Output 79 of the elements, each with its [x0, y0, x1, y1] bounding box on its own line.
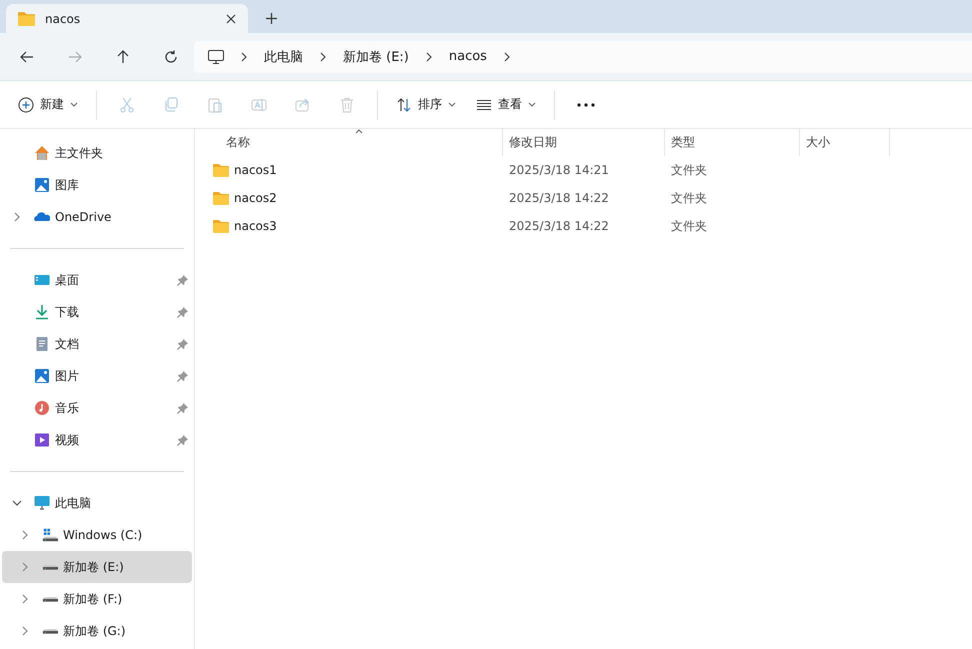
clipboard-icon [207, 96, 223, 112]
download-icon [34, 304, 50, 320]
monitor-icon [208, 50, 224, 64]
caret-icon [448, 102, 456, 107]
file-name[interactable]: nacos3 [234, 219, 277, 233]
breadcrumb-item[interactable]: 新加卷 (E:) [343, 48, 409, 66]
sidebar-item[interactable]: 下载 [2, 296, 192, 328]
monitor-icon [34, 495, 50, 511]
picture-icon [34, 368, 50, 384]
sidebar-item[interactable]: 视频 [2, 424, 192, 456]
more-icon[interactable] [577, 102, 595, 106]
address-bar[interactable]: 此电脑 新加卷 (E:) nacos [194, 40, 972, 72]
plus-circle-icon [18, 96, 34, 112]
view-button[interactable]: 查看 [468, 90, 544, 119]
breadcrumb-item[interactable]: 此电脑 [264, 48, 303, 66]
tab-title: nacos [45, 12, 82, 26]
sort-caret-icon [355, 129, 363, 134]
sidebar-item[interactable]: 文档 [2, 328, 192, 360]
sidebar-item[interactable]: 新加卷 (F:) [2, 583, 192, 615]
modified-date: 2025/3/18 14:22 [509, 219, 609, 233]
tab[interactable]: nacos [6, 4, 248, 33]
folder-icon [213, 163, 229, 177]
sidebar-item[interactable]: 图片 [2, 360, 192, 392]
new-tab-icon[interactable] [266, 13, 277, 24]
chevron-icon [320, 52, 326, 62]
chevron-icon[interactable] [20, 530, 30, 540]
sidebar-item[interactable]: 桌面 [2, 264, 192, 296]
file-type: 文件夹 [671, 162, 707, 178]
drive-icon [42, 527, 58, 543]
chevron-icon[interactable] [12, 212, 22, 222]
chevron-icon [241, 52, 247, 62]
sidebar-item[interactable]: 图库 [2, 169, 192, 201]
folder-icon [18, 11, 35, 26]
chevron-icon [426, 52, 432, 62]
file-name[interactable]: nacos1 [234, 163, 277, 177]
sidebar-item[interactable]: 此电脑 [2, 487, 192, 519]
file-type: 文件夹 [671, 218, 707, 234]
cut-icon [119, 96, 135, 112]
refresh-icon[interactable] [164, 50, 178, 64]
home-icon [34, 145, 50, 161]
document-icon [34, 336, 50, 352]
sidebar-item[interactable]: OneDrive [2, 201, 192, 233]
sort-button[interactable]: 排序 [388, 90, 464, 119]
folder-icon [213, 191, 229, 205]
sidebar-item[interactable]: 新加卷 (G:) [2, 615, 192, 647]
new-button[interactable]: 新建 [10, 90, 86, 119]
forward-icon[interactable] [68, 50, 82, 64]
music-icon [34, 400, 50, 416]
modified-date: 2025/3/18 14:21 [509, 163, 609, 177]
file-name[interactable]: nacos2 [234, 191, 277, 205]
up-icon[interactable] [116, 50, 130, 64]
rename-icon [251, 96, 267, 112]
column-header[interactable]: 名称 [208, 129, 503, 156]
caret-icon [70, 102, 78, 107]
chevron-icon [504, 52, 510, 62]
file-type: 文件夹 [671, 190, 707, 206]
chevron-icon[interactable] [12, 498, 22, 508]
sort-icon [396, 96, 412, 112]
sidebar-item[interactable]: 音乐 [2, 392, 192, 424]
back-icon[interactable] [20, 50, 34, 64]
chevron-icon[interactable] [20, 594, 30, 604]
desktop-icon [34, 272, 50, 288]
modified-date: 2025/3/18 14:22 [509, 191, 609, 205]
column-header[interactable]: 大小 [800, 129, 890, 156]
picture-icon [34, 177, 50, 193]
column-header[interactable]: 修改日期 [503, 129, 665, 156]
caret-icon [528, 102, 536, 107]
delete-icon [339, 96, 355, 112]
sidebar-item[interactable]: 新加卷 (E:) [2, 551, 192, 583]
video-icon [34, 432, 50, 448]
copy-icon [163, 96, 179, 112]
sidebar-item[interactable]: 主文件夹 [2, 137, 192, 169]
share-icon [295, 96, 311, 112]
folder-icon [213, 219, 229, 233]
chevron-icon[interactable] [20, 626, 30, 636]
column-header[interactable]: 类型 [665, 129, 800, 156]
sidebar-item[interactable]: Windows (C:) [2, 519, 192, 551]
close-icon[interactable] [226, 14, 236, 24]
breadcrumb-item[interactable]: nacos [448, 49, 487, 64]
